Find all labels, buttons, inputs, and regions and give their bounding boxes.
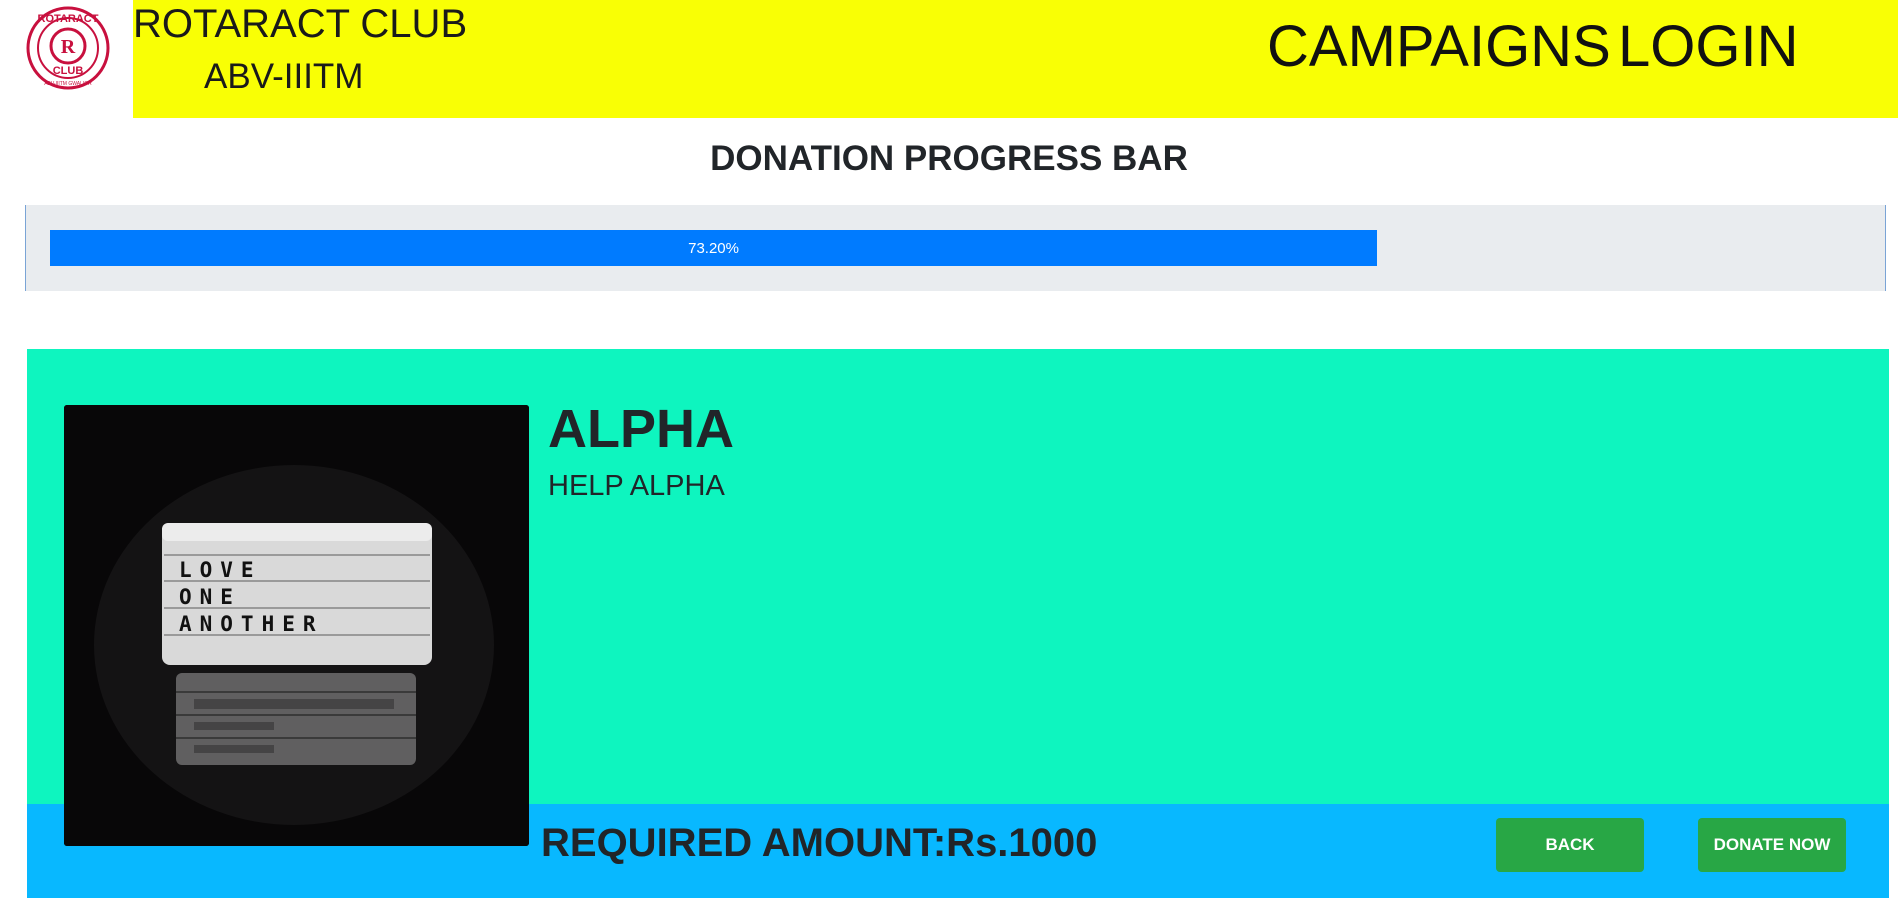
logo-bottom-text: CLUB: [53, 65, 84, 77]
progress-track: 73.20%: [50, 230, 1863, 266]
campaign-title: ALPHA: [548, 399, 734, 459]
logo-top-text: ROTARACT: [38, 13, 99, 25]
progress-container: 73.20%: [25, 205, 1886, 291]
club-name: ROTARACT CLUB: [133, 2, 468, 46]
donate-now-button[interactable]: DONATE NOW: [1698, 818, 1846, 872]
campaign-description: HELP ALPHA: [548, 470, 725, 502]
club-subtitle: ABV-IIITM: [204, 57, 364, 96]
logo-letter: R: [61, 36, 76, 58]
logo-ring-text: ABV-IIITM GWALIOR: [44, 81, 92, 87]
nav-campaigns-link[interactable]: CAMPAIGNS: [1267, 14, 1611, 80]
campaign-image: LOVE ONE ANOTHER: [64, 405, 529, 846]
progress-bar-fill: 73.20%: [50, 230, 1378, 266]
back-button[interactable]: BACK: [1496, 818, 1644, 872]
required-amount: REQUIRED AMOUNT:Rs.1000: [541, 821, 1098, 865]
progress-title: DONATION PROGRESS BAR: [710, 139, 1188, 178]
nav-login-link[interactable]: LOGIN: [1618, 14, 1799, 80]
progress-label: 73.20%: [688, 239, 739, 257]
image-text-line-2: ONE: [179, 585, 241, 609]
image-text-line-1: LOVE: [179, 558, 262, 582]
image-text-line-3: ANOTHER: [179, 612, 324, 636]
rotaract-logo[interactable]: R ROTARACT CLUB ABV-IIITM GWALIOR: [26, 0, 110, 96]
